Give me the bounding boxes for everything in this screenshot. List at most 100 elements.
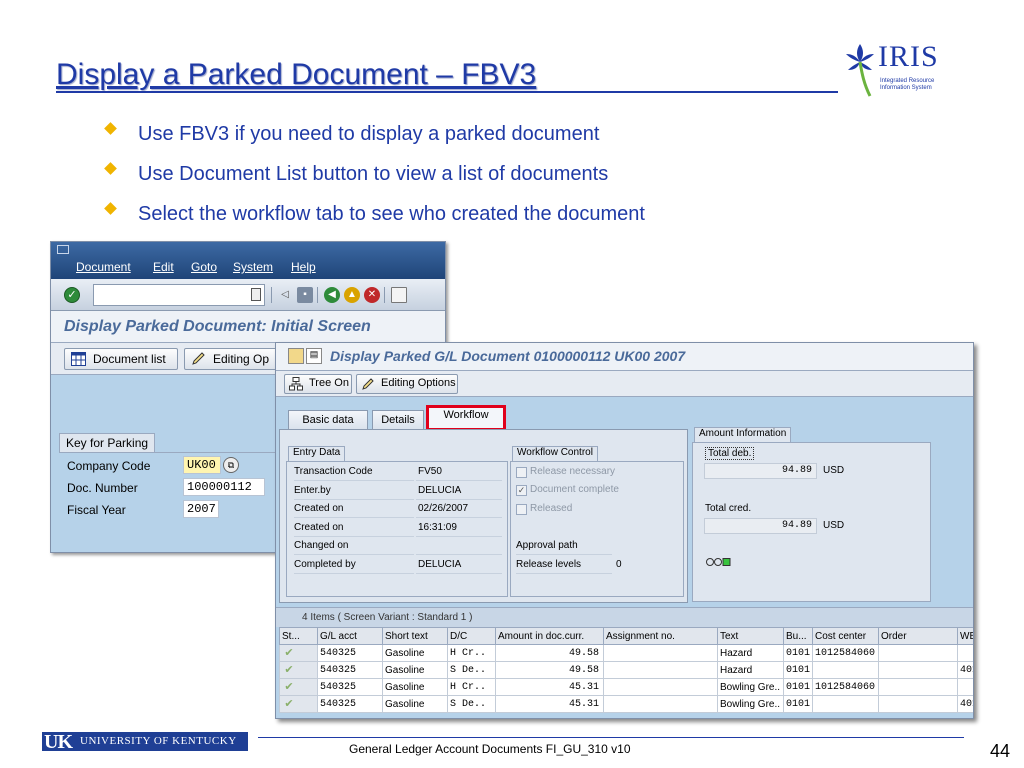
command-field[interactable] [93, 284, 265, 306]
menu-help[interactable]: Help [291, 260, 316, 274]
debit-credit-cell[interactable]: S De.. [447, 661, 496, 679]
entry-data-group-title: Entry Data [288, 446, 346, 461]
wbs-cell: 401 [957, 695, 973, 713]
menu-system[interactable]: System [233, 260, 273, 274]
col-cost-center[interactable]: Cost center [812, 627, 879, 645]
command-history-icon[interactable] [251, 288, 261, 301]
key-for-parking-group-title: Key for Parking [59, 433, 156, 453]
menu-edit[interactable]: Edit [153, 260, 174, 274]
menu-goto[interactable]: Goto [191, 260, 217, 274]
tab-basic-data[interactable]: Basic data [288, 410, 368, 430]
check-icon: ✔ [284, 681, 294, 693]
document-complete-checkbox[interactable]: ✓ [516, 485, 527, 496]
row-underline [294, 573, 414, 574]
col-short-text[interactable]: Short text [382, 627, 448, 645]
diamond-bullet-icon [104, 122, 117, 135]
fiscal-year-input[interactable]: 2007 [183, 500, 219, 518]
released-checkbox[interactable] [516, 504, 527, 515]
save-icon[interactable]: ▪ [297, 287, 313, 303]
short-text-cell: Gasoline [382, 695, 448, 713]
application-toolbar: Tree On Editing Options [276, 371, 973, 397]
col-order[interactable]: Order [878, 627, 958, 645]
document-list-label: Document list [93, 352, 166, 366]
business-area-cell: 0101 [783, 678, 813, 696]
amount-cell: 45.31 [495, 695, 604, 713]
iris-flower-icon [846, 44, 874, 97]
row-status-cell[interactable]: ✔ [279, 695, 318, 713]
back-arrow-icon[interactable]: ◁ [277, 287, 293, 303]
table-row[interactable]: ✔ 540325 Gasoline H Cr.. 49.58 Hazard 01… [279, 644, 973, 662]
debit-credit-cell[interactable]: H Cr.. [447, 644, 496, 662]
editing-options-button[interactable]: Editing Options [356, 374, 458, 394]
back-icon[interactable]: ◀ [324, 287, 340, 303]
row-underline [416, 480, 502, 481]
completed-by-value: DELUCIA [418, 559, 462, 570]
enter-check-icon[interactable]: ✓ [64, 287, 80, 303]
col-gl-account[interactable]: G/L acct [317, 627, 383, 645]
tab-details[interactable]: Details [372, 410, 424, 430]
gl-account-cell: 540325 [317, 678, 383, 696]
cost-center-cell: 1012584060 [812, 644, 879, 662]
doc-number-input[interactable]: 100000112 [183, 478, 265, 496]
row-underline [294, 499, 414, 500]
wbs-cell [957, 644, 973, 662]
company-code-input[interactable]: UK00 [183, 456, 221, 474]
row-underline [294, 480, 414, 481]
completed-by-label: Completed by [294, 559, 356, 570]
row-underline [416, 499, 502, 500]
entered-by-value: DELUCIA [418, 485, 462, 496]
col-amount[interactable]: Amount in doc.curr. [495, 627, 604, 645]
cancel-icon[interactable]: ✕ [364, 287, 380, 303]
iris-logo-word: IRIS [878, 40, 939, 73]
amount-cell: 49.58 [495, 644, 604, 662]
menu-list-icon[interactable]: ▤ [306, 348, 322, 364]
assignment-cell [603, 695, 718, 713]
check-icon: ✔ [284, 647, 294, 659]
debit-credit-cell[interactable]: S De.. [447, 695, 496, 713]
row-underline [294, 517, 414, 518]
col-debit-credit[interactable]: D/C [447, 627, 496, 645]
table-row[interactable]: ✔ 540325 Gasoline S De.. 45.31 Bowling G… [279, 695, 973, 713]
row-status-cell[interactable]: ✔ [279, 644, 318, 662]
document-icon[interactable] [288, 348, 304, 364]
pencil-icon [192, 352, 205, 365]
workflow-tab-panel: Entry Data Transaction Code FV50 Enter.b… [279, 429, 688, 603]
company-code-label: Company Code [67, 459, 151, 473]
iris-logo: IRIS Integrated Resource Information Sys… [840, 40, 950, 100]
short-text-cell: Gasoline [382, 678, 448, 696]
debit-credit-cell[interactable]: H Cr.. [447, 678, 496, 696]
total-debit-label[interactable]: Total deb. [705, 447, 755, 460]
amount-information-group: Total deb. 94.89 USD Total cred. 94.89 U… [692, 442, 931, 602]
released-label: Released [530, 503, 573, 514]
row-status-cell[interactable]: ✔ [279, 661, 318, 679]
document-complete-label: Document complete [530, 484, 619, 495]
col-text[interactable]: Text [717, 627, 784, 645]
short-text-cell: Gasoline [382, 644, 448, 662]
business-area-cell: 0101 [783, 661, 813, 679]
row-status-cell[interactable]: ✔ [279, 678, 318, 696]
total-credit-currency: USD [823, 520, 845, 531]
row-underline [516, 573, 612, 574]
col-status[interactable]: St... [279, 627, 318, 645]
col-assignment[interactable]: Assignment no. [603, 627, 718, 645]
release-necessary-checkbox[interactable] [516, 467, 527, 478]
exit-icon[interactable]: ▲ [344, 287, 360, 303]
system-menu-icon[interactable] [57, 245, 69, 254]
document-list-button[interactable]: Document list [64, 348, 178, 370]
total-debit-currency: USD [823, 465, 845, 476]
tab-workflow[interactable]: Workflow [426, 405, 506, 431]
print-icon[interactable] [391, 287, 407, 303]
footer-course-title: General Ledger Account Documents FI_GU_3… [349, 742, 631, 756]
editing-options-label: Editing Op [213, 352, 270, 366]
col-business-area[interactable]: Bu... [783, 627, 813, 645]
col-wbs[interactable]: WB [957, 627, 973, 645]
value-help-icon[interactable]: ⧉ [223, 457, 239, 473]
created-on-time-label: Created on [294, 522, 344, 533]
table-row[interactable]: ✔ 540325 Gasoline H Cr.. 45.31 Bowling G… [279, 678, 973, 696]
table-row[interactable]: ✔ 540325 Gasoline S De.. 49.58 Hazard 01… [279, 661, 973, 679]
workflow-control-group [510, 461, 684, 597]
tree-on-button[interactable]: Tree On [284, 374, 352, 394]
menu-document[interactable]: Document [76, 260, 131, 274]
screen-title-bar: ▤ Display Parked G/L Document 0100000112… [276, 343, 973, 371]
table-grid-icon [71, 352, 86, 366]
